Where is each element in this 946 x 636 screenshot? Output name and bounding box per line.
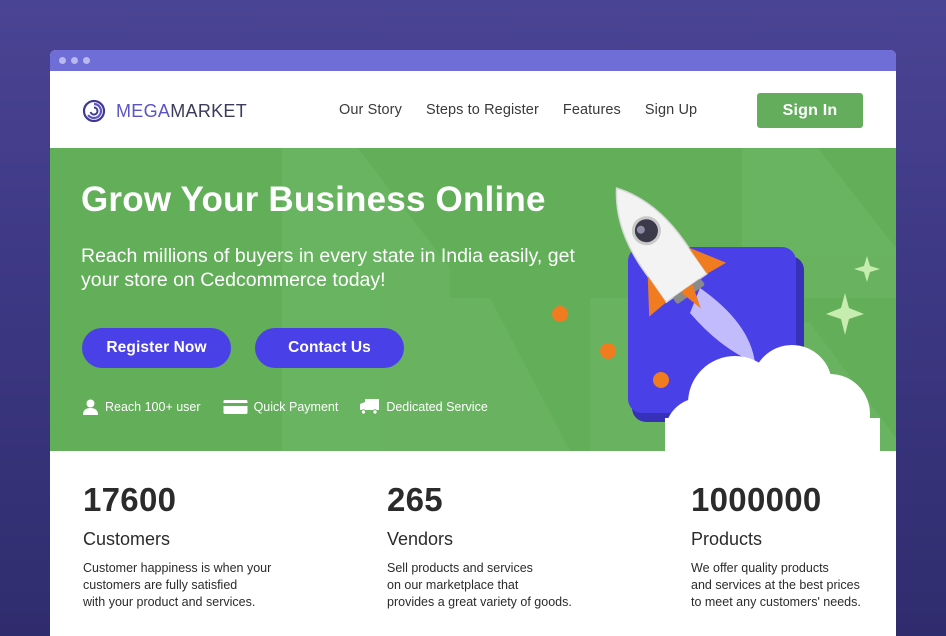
stat-vendors: 265 Vendors Sell products and services o…: [387, 481, 607, 611]
hero-features: Reach 100+ user Quick Payment Dedicated …: [82, 398, 510, 415]
feature-label: Quick Payment: [253, 399, 339, 414]
stat-value: 1000000: [691, 481, 822, 518]
feature-dedicated-service: Dedicated Service: [360, 398, 488, 415]
credit-card-icon: [223, 399, 248, 414]
window-dot-icon[interactable]: [83, 57, 90, 64]
nav-our-story[interactable]: Our Story: [339, 102, 402, 118]
stat-value: 265: [387, 481, 443, 518]
stat-description: We offer quality products and services a…: [691, 561, 861, 609]
logo-icon: [82, 99, 106, 123]
brand-name-part1: MEGA: [116, 100, 171, 121]
feature-label: Reach 100+ user: [105, 399, 201, 414]
nav-sign-up[interactable]: Sign Up: [645, 102, 697, 118]
feature-reach-users: Reach 100+ user: [82, 399, 201, 415]
window-titlebar: [50, 50, 896, 71]
truck-icon: [360, 399, 380, 415]
contact-us-button[interactable]: Contact Us: [255, 328, 404, 368]
nav-features[interactable]: Features: [563, 102, 621, 118]
stat-value: 17600: [83, 481, 177, 518]
stat-description: Sell products and services on our market…: [387, 561, 572, 609]
desktop-background: { "brand": { "name_part1": "MEGA", "name…: [0, 0, 946, 636]
stat-customers: 17600 Customers Customer happiness is wh…: [83, 481, 303, 611]
register-now-button[interactable]: Register Now: [82, 328, 231, 368]
feature-label: Dedicated Service: [386, 399, 488, 414]
window-dot-icon[interactable]: [71, 57, 78, 64]
stat-description: Customer happiness is when your customer…: [83, 561, 272, 609]
brand-logo[interactable]: MEGAMARKET: [82, 99, 247, 123]
browser-window: MEGAMARKET Our Story Steps to Register F…: [50, 50, 896, 636]
user-icon: [83, 399, 98, 415]
stat-label: Vendors: [387, 529, 454, 549]
stat-label: Products: [691, 529, 763, 549]
site-header: MEGAMARKET Our Story Steps to Register F…: [50, 71, 896, 148]
hero-section: Grow Your Business Online Reach millions…: [50, 148, 896, 451]
brand-name: MEGAMARKET: [116, 101, 247, 122]
nav-steps-to-register[interactable]: Steps to Register: [426, 102, 539, 118]
stat-products: 1000000 Products We offer quality produc…: [691, 481, 896, 611]
main-nav: Our Story Steps to Register Features Sig…: [339, 102, 697, 118]
window-dot-icon[interactable]: [59, 57, 66, 64]
hero-subtitle: Reach millions of buyers in every state …: [81, 245, 575, 291]
sign-in-button[interactable]: Sign In: [757, 93, 863, 128]
hero-title: Grow Your Business Online: [81, 180, 546, 219]
stats-section: 17600 Customers Customer happiness is wh…: [50, 451, 896, 636]
stat-label: Customers: [83, 529, 171, 549]
feature-quick-payment: Quick Payment: [223, 399, 339, 415]
brand-name-part2: MARKET: [170, 100, 248, 121]
